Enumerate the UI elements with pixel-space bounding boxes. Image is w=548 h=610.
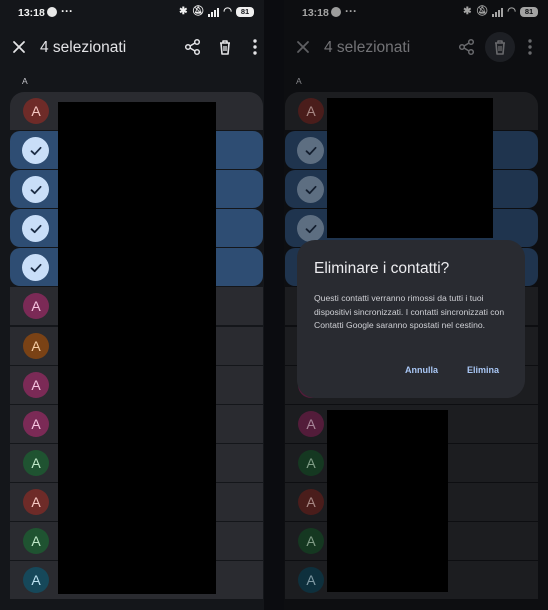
checkmark-icon <box>22 176 49 204</box>
avatar: A <box>23 332 49 359</box>
contacts-selection-screen: 13:18 ··· ✱ 🔕︎ ◠ 81 4 selezionati A AAAA… <box>0 0 264 610</box>
status-icons: ✱ 🔕︎ ◠ 81 <box>179 5 254 19</box>
selection-toolbar: 4 selezionati <box>0 28 264 68</box>
telegram-icon <box>47 7 57 17</box>
status-bar: 13:18 ··· ✱ 🔕︎ ◠ 81 <box>0 0 264 26</box>
more-options-icon[interactable] <box>244 36 264 58</box>
status-overflow: ··· <box>61 4 73 18</box>
dialog-message: Questi contatti verranno rimossi da tutt… <box>314 293 505 330</box>
avatar: A <box>23 449 49 476</box>
avatar: A <box>23 371 49 398</box>
delete-icon[interactable] <box>214 36 236 58</box>
wifi-icon: ◠ <box>223 6 232 17</box>
dialog-title: Eliminare i contatti? <box>314 260 450 277</box>
section-header: A <box>22 76 28 86</box>
mute-icon: 🔕︎ <box>191 6 205 17</box>
avatar: A <box>23 98 49 124</box>
signal-icon <box>208 7 220 17</box>
checkmark-icon <box>22 215 49 243</box>
delete-confirmation-screen: 13:18 ··· ✱ 🔕︎ ◠ 81 4 selezionati A AAAA… <box>284 0 548 610</box>
delete-contacts-dialog: Eliminare i contatti? Questi contatti ve… <box>297 240 525 398</box>
avatar: A <box>23 567 49 594</box>
checkmark-icon <box>22 254 49 282</box>
share-icon[interactable] <box>182 36 204 58</box>
avatar: A <box>23 293 49 320</box>
avatar: A <box>23 488 49 515</box>
checkmark-icon <box>22 137 49 165</box>
battery-icon: 81 <box>236 7 254 17</box>
close-icon[interactable] <box>8 36 30 58</box>
avatar: A <box>23 410 49 437</box>
redacted-names <box>58 102 216 594</box>
status-time: 13:18 <box>18 7 45 19</box>
selection-count-title: 4 selezionati <box>40 39 127 56</box>
cancel-button[interactable]: Annulla <box>405 365 438 375</box>
delete-button[interactable]: Elimina <box>467 365 499 375</box>
bluetooth-icon: ✱ <box>179 6 188 17</box>
avatar: A <box>23 528 49 555</box>
